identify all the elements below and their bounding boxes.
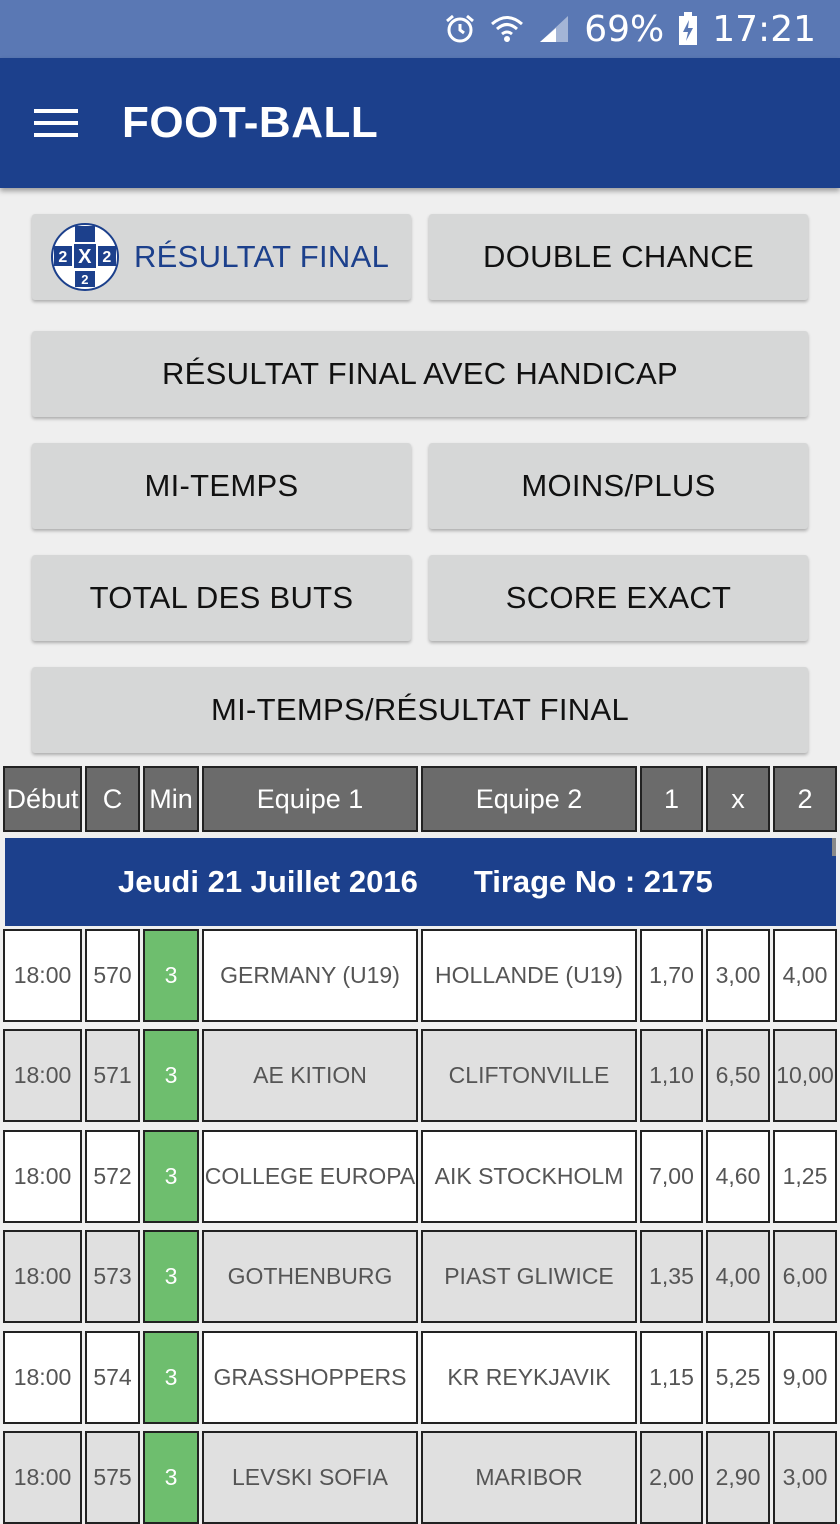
cell-start-time: 18:00	[3, 929, 82, 1022]
cell-team-2: CLIFTONVILLE	[421, 1029, 637, 1122]
cell-code: 571	[85, 1029, 140, 1122]
cell-minutes: 3	[143, 929, 199, 1022]
page-title: FOOT-BALL	[122, 98, 379, 147]
svg-text:2: 2	[102, 249, 111, 266]
cell-odds-1[interactable]: 1,15	[640, 1331, 703, 1424]
status-icons: 69% 17:21	[444, 0, 816, 58]
header-minutes: Min	[143, 766, 199, 832]
cell-odds-2[interactable]: 4,00	[773, 929, 837, 1022]
cell-odds-1[interactable]: 7,00	[640, 1130, 703, 1223]
cell-odds-x[interactable]: 4,60	[706, 1130, 770, 1223]
wifi-icon	[490, 13, 524, 45]
cell-code: 573	[85, 1230, 140, 1323]
cell-odds-2[interactable]: 1,25	[773, 1130, 837, 1223]
cell-team-2: HOLLANDE (U19)	[421, 929, 637, 1022]
cell-code: 572	[85, 1130, 140, 1223]
cell-odds-x[interactable]: 4,00	[706, 1230, 770, 1323]
cell-team-1: GERMANY (U19)	[202, 929, 418, 1022]
header-code: C	[85, 766, 140, 832]
cell-team-2: KR REYKJAVIK	[421, 1331, 637, 1424]
header-odds-1: 1	[640, 766, 703, 832]
cell-odds-1[interactable]: 1,35	[640, 1230, 703, 1323]
battery-percent: 69%	[584, 8, 665, 50]
cell-code: 570	[85, 929, 140, 1022]
cell-odds-x[interactable]: 2,90	[706, 1431, 770, 1524]
cell-team-2: AIK STOCKHOLM	[421, 1130, 637, 1223]
cell-start-time: 18:00	[3, 1029, 82, 1122]
cell-team-1: AE KITION	[202, 1029, 418, 1122]
cell-start-time: 18:00	[3, 1230, 82, 1323]
total-des-buts-button[interactable]: TOTAL DES BUTS	[32, 555, 411, 641]
header-start-time: Début	[3, 766, 82, 832]
header-team-1: Equipe 1	[202, 766, 418, 832]
alarm-icon	[444, 13, 476, 45]
header-odds-2: 2	[773, 766, 837, 832]
battery-charging-icon	[678, 12, 698, 46]
cell-odds-2[interactable]: 3,00	[773, 1431, 837, 1524]
cell-team-1: GOTHENBURG	[202, 1230, 418, 1323]
cell-minutes: 3	[143, 1029, 199, 1122]
signal-icon	[538, 14, 570, 44]
svg-text:X: X	[78, 246, 92, 268]
svg-text:2: 2	[81, 272, 89, 287]
resultat-final-button[interactable]: X 2 2 2 RÉSULTAT FINAL	[32, 214, 411, 300]
cell-minutes: 3	[143, 1431, 199, 1524]
svg-text:2: 2	[58, 249, 67, 266]
header-team-2: Equipe 2	[421, 766, 637, 832]
cell-odds-x[interactable]: 6,50	[706, 1029, 770, 1122]
date-banner: Jeudi 21 Juillet 2016 Tirage No : 2175	[5, 838, 836, 926]
cell-odds-2[interactable]: 6,00	[773, 1230, 837, 1323]
cell-odds-2[interactable]: 9,00	[773, 1331, 837, 1424]
status-bar: 69% 17:21	[0, 0, 840, 58]
cell-odds-x[interactable]: 5,25	[706, 1331, 770, 1424]
cell-team-1: LEVSKI SOFIA	[202, 1431, 418, 1524]
cell-odds-x[interactable]: 3,00	[706, 929, 770, 1022]
cell-team-1: COLLEGE EUROPA	[202, 1130, 418, 1223]
handicap-button[interactable]: RÉSULTAT FINAL AVEC HANDICAP	[32, 331, 808, 417]
app-bar: FOOT-BALL	[0, 58, 840, 188]
resultat-final-label: RÉSULTAT FINAL	[134, 239, 390, 274]
cell-start-time: 18:00	[3, 1130, 82, 1223]
scrollbar-indicator[interactable]	[832, 838, 836, 856]
cell-minutes: 3	[143, 1331, 199, 1424]
cell-odds-2[interactable]: 10,00	[773, 1029, 837, 1122]
cell-start-time: 18:00	[3, 1431, 82, 1524]
cell-team-1: GRASSHOPPERS	[202, 1331, 418, 1424]
1x2-ball-icon: X 2 2 2	[51, 223, 119, 291]
cell-minutes: 3	[143, 1130, 199, 1223]
moins-plus-button[interactable]: MOINS/PLUS	[429, 443, 808, 529]
cell-odds-1[interactable]: 2,00	[640, 1431, 703, 1524]
header-odds-x: x	[706, 766, 770, 832]
date-label: Jeudi 21 Juillet 2016	[118, 864, 418, 899]
draw-number-label: Tirage No : 2175	[473, 864, 713, 899]
cell-code: 574	[85, 1331, 140, 1424]
mi-temps-resultat-final-button[interactable]: MI-TEMPS/RÉSULTAT FINAL	[32, 667, 808, 753]
cell-odds-1[interactable]: 1,70	[640, 929, 703, 1022]
double-chance-button[interactable]: DOUBLE CHANCE	[429, 214, 808, 300]
hamburger-menu-icon[interactable]	[34, 109, 78, 137]
cell-team-2: PIAST GLIWICE	[421, 1230, 637, 1323]
score-exact-button[interactable]: SCORE EXACT	[429, 555, 808, 641]
cell-odds-1[interactable]: 1,10	[640, 1029, 703, 1122]
cell-team-2: MARIBOR	[421, 1431, 637, 1524]
cell-minutes: 3	[143, 1230, 199, 1323]
cell-code: 575	[85, 1431, 140, 1524]
mi-temps-button[interactable]: MI-TEMPS	[32, 443, 411, 529]
clock-time: 17:21	[712, 8, 816, 50]
cell-start-time: 18:00	[3, 1331, 82, 1424]
